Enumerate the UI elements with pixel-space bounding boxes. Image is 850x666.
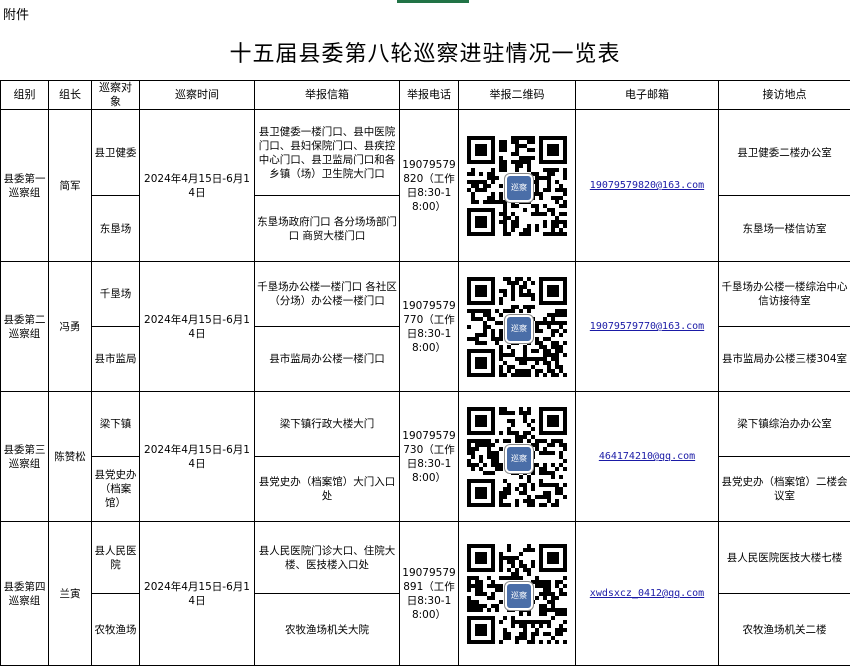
qr-badge: 巡察 [505,174,533,202]
target-name[interactable]: 梁下镇 [92,392,140,457]
target-name[interactable]: 县市监局 [92,327,140,392]
header-phone[interactable]: 举报电话 [400,81,459,110]
qr-cell[interactable]: 巡察 [459,392,576,522]
mailbox-location[interactable]: 县卫健委一楼门口、县中医院门口、县妇保院门口、县疾控中心门口、县卫监局门口和各乡… [255,110,400,196]
table-row: 县委第二巡察组 冯勇 千垦场 2024年4月15日-6月14日 千垦场办公楼一楼… [1,262,850,327]
visit-location[interactable]: 县人民医院医技大楼七楼 [719,522,850,594]
target-name[interactable]: 县人民医院 [92,522,140,594]
qr-code-icon: 巡察 [467,277,567,377]
header-time[interactable]: 巡察时间 [140,81,255,110]
table-row: 县委第四巡察组 兰寅 县人民医院 2024年4月15日-6月14日 县人民医院门… [1,522,850,594]
target-name[interactable]: 农牧渔场 [92,594,140,666]
qr-cell[interactable]: 巡察 [459,522,576,666]
email-cell: 19079579770@163.com [576,262,719,392]
email-link[interactable]: 19079579770@163.com [590,321,704,332]
email-link[interactable]: 19079579820@163.com [590,180,704,191]
qr-badge: 巡察 [505,582,533,610]
qr-code-icon: 巡察 [467,136,567,236]
qr-badge: 巡察 [505,315,533,343]
page-title: 十五届县委第八轮巡察进驻情况一览表 [0,36,850,68]
header-location[interactable]: 接访地点 [719,81,850,110]
mailbox-location[interactable]: 县市监局办公楼一楼门口 [255,327,400,392]
inspection-time[interactable]: 2024年4月15日-6月14日 [140,522,255,666]
group-name[interactable]: 县委第四巡察组 [1,522,49,666]
qr-code-icon: 巡察 [467,544,567,644]
visit-location[interactable]: 千垦场办公楼一楼综治中心信访接待室 [719,262,850,327]
target-name[interactable]: 千垦场 [92,262,140,327]
group-leader[interactable]: 陈赞松 [49,392,92,522]
qr-code-icon: 巡察 [467,407,567,507]
header-qr[interactable]: 举报二维码 [459,81,576,110]
visit-location[interactable]: 县卫健委二楼办公室 [719,110,850,196]
email-cell: 19079579820@163.com [576,110,719,262]
email-cell: 464174210@qq.com [576,392,719,522]
qr-badge: 巡察 [505,445,533,473]
header-target[interactable]: 巡察对象 [92,81,140,110]
target-name[interactable]: 县党史办（档案馆） [92,457,140,522]
visit-location[interactable]: 梁下镇综治办办公室 [719,392,850,457]
group-name[interactable]: 县委第三巡察组 [1,392,49,522]
visit-location[interactable]: 县市监局办公楼三楼304室 [719,327,850,392]
report-phone[interactable]: 19079579820（工作日8:30-18:00） [400,110,459,262]
inspection-time[interactable]: 2024年4月15日-6月14日 [140,262,255,392]
group-leader[interactable]: 兰寅 [49,522,92,666]
table-row: 县委第一巡察组 简军 县卫健委 2024年4月15日-6月14日 县卫健委一楼门… [1,110,850,196]
mailbox-location[interactable]: 千垦场办公楼一楼门口 各社区（分场）办公楼一楼门口 [255,262,400,327]
attachment-label: 附件 [3,4,29,23]
mailbox-location[interactable]: 县人民医院门诊大口、住院大楼、医技楼入口处 [255,522,400,594]
mailbox-location[interactable]: 县党史办（档案馆）大门入口处 [255,457,400,522]
group-name[interactable]: 县委第二巡察组 [1,262,49,392]
qr-cell[interactable]: 巡察 [459,262,576,392]
header-mailbox[interactable]: 举报信箱 [255,81,400,110]
visit-location[interactable]: 东垦场一楼信访室 [719,196,850,262]
inspection-time[interactable]: 2024年4月15日-6月14日 [140,110,255,262]
group-name[interactable]: 县委第一巡察组 [1,110,49,262]
mailbox-location[interactable]: 梁下镇行政大楼大门 [255,392,400,457]
mailbox-location[interactable]: 东垦场政府门口 各分场场部门口 商贸大楼门口 [255,196,400,262]
report-phone[interactable]: 19079579730（工作日8:30-18:00） [400,392,459,522]
group-leader[interactable]: 简军 [49,110,92,262]
header-group[interactable]: 组别 [1,81,49,110]
inspection-time[interactable]: 2024年4月15日-6月14日 [140,392,255,522]
visit-location[interactable]: 农牧渔场机关二楼 [719,594,850,666]
email-link[interactable]: xwdsxcz_0412@qq.com [590,588,704,599]
email-cell: xwdsxcz_0412@qq.com [576,522,719,666]
header-leader[interactable]: 组长 [49,81,92,110]
group-leader[interactable]: 冯勇 [49,262,92,392]
target-name[interactable]: 县卫健委 [92,110,140,196]
target-name[interactable]: 东垦场 [92,196,140,262]
visit-location[interactable]: 县党史办（档案馆）二楼会议室 [719,457,850,522]
header-email[interactable]: 电子邮箱 [576,81,719,110]
inspection-table: 组别 组长 巡察对象 巡察时间 举报信箱 举报电话 举报二维码 电子邮箱 接访地… [0,80,850,666]
qr-cell[interactable]: 巡察 [459,110,576,262]
mailbox-location[interactable]: 农牧渔场机关大院 [255,594,400,666]
report-phone[interactable]: 19079579770（工作日8:30-18:00） [400,262,459,392]
report-phone[interactable]: 19079579891（工作日8:30-18:00） [400,522,459,666]
active-tab-indicator [397,0,469,3]
header-row: 组别 组长 巡察对象 巡察时间 举报信箱 举报电话 举报二维码 电子邮箱 接访地… [1,81,850,110]
table-row: 县委第三巡察组 陈赞松 梁下镇 2024年4月15日-6月14日 梁下镇行政大楼… [1,392,850,457]
email-link[interactable]: 464174210@qq.com [599,451,695,462]
